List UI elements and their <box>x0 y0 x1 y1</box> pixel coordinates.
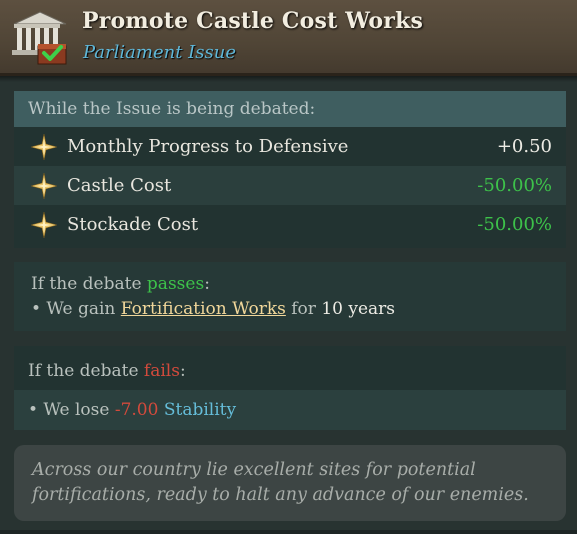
passes-for: for <box>285 299 322 319</box>
effect-row-castle-cost: Castle Cost -50.00% <box>14 166 566 205</box>
passes-suffix: : <box>204 274 210 294</box>
issue-tooltip-panel: Promote Castle Cost Works Parliament Iss… <box>0 0 577 534</box>
issue-subtitle: Parliament Issue <box>83 42 236 63</box>
passes-effect: • We gain Fortification Works for 10 yea… <box>31 299 566 319</box>
debated-section: While the Issue is being debated: Monthl… <box>14 91 566 248</box>
flavor-text: Across our country lie excellent sites f… <box>14 445 566 521</box>
effect-row-monthly-progress: Monthly Progress to Defensive +0.50 <box>14 127 566 166</box>
debated-heading: While the Issue is being debated: <box>14 91 566 127</box>
star-icon <box>31 134 57 160</box>
fails-prefix: If the debate <box>28 361 144 381</box>
passes-heading: If the debate passes: <box>31 274 566 299</box>
effect-value: -50.00% <box>477 175 552 196</box>
effect-value: +0.50 <box>496 136 552 157</box>
fails-bullet: • We lose <box>28 400 115 420</box>
tooltip-header: Promote Castle Cost Works Parliament Iss… <box>0 0 577 76</box>
star-icon <box>31 173 57 199</box>
header-shadow <box>0 76 577 82</box>
fails-effect: • We lose -7.00 Stability <box>14 390 566 430</box>
passes-keyword: passes <box>146 274 205 294</box>
fails-amount: -7.00 <box>114 400 159 420</box>
passes-section: If the debate passes: • We gain Fortific… <box>14 262 566 331</box>
passes-prefix: If the debate <box>31 274 147 294</box>
effect-label: Castle Cost <box>67 175 172 196</box>
effect-label: Monthly Progress to Defensive <box>67 136 349 157</box>
effect-label: Stockade Cost <box>67 214 199 235</box>
passes-bullet: • We gain <box>31 299 121 319</box>
star-icon <box>31 212 57 238</box>
passes-duration: 10 years <box>321 299 396 319</box>
parliament-building-icon <box>12 11 67 65</box>
fortification-works-link[interactable]: Fortification Works <box>121 299 286 319</box>
fails-heading: If the debate fails: <box>14 346 566 390</box>
effect-row-stockade-cost: Stockade Cost -50.00% <box>14 205 566 244</box>
effect-value: -50.00% <box>477 214 552 235</box>
panel-bottom-edge <box>0 530 577 534</box>
issue-title: Promote Castle Cost Works <box>82 8 424 34</box>
stability-link[interactable]: Stability <box>164 400 236 420</box>
fails-section: If the debate fails: • We lose -7.00 Sta… <box>14 346 566 430</box>
fails-keyword: fails <box>143 361 180 381</box>
fails-suffix: : <box>179 361 186 381</box>
